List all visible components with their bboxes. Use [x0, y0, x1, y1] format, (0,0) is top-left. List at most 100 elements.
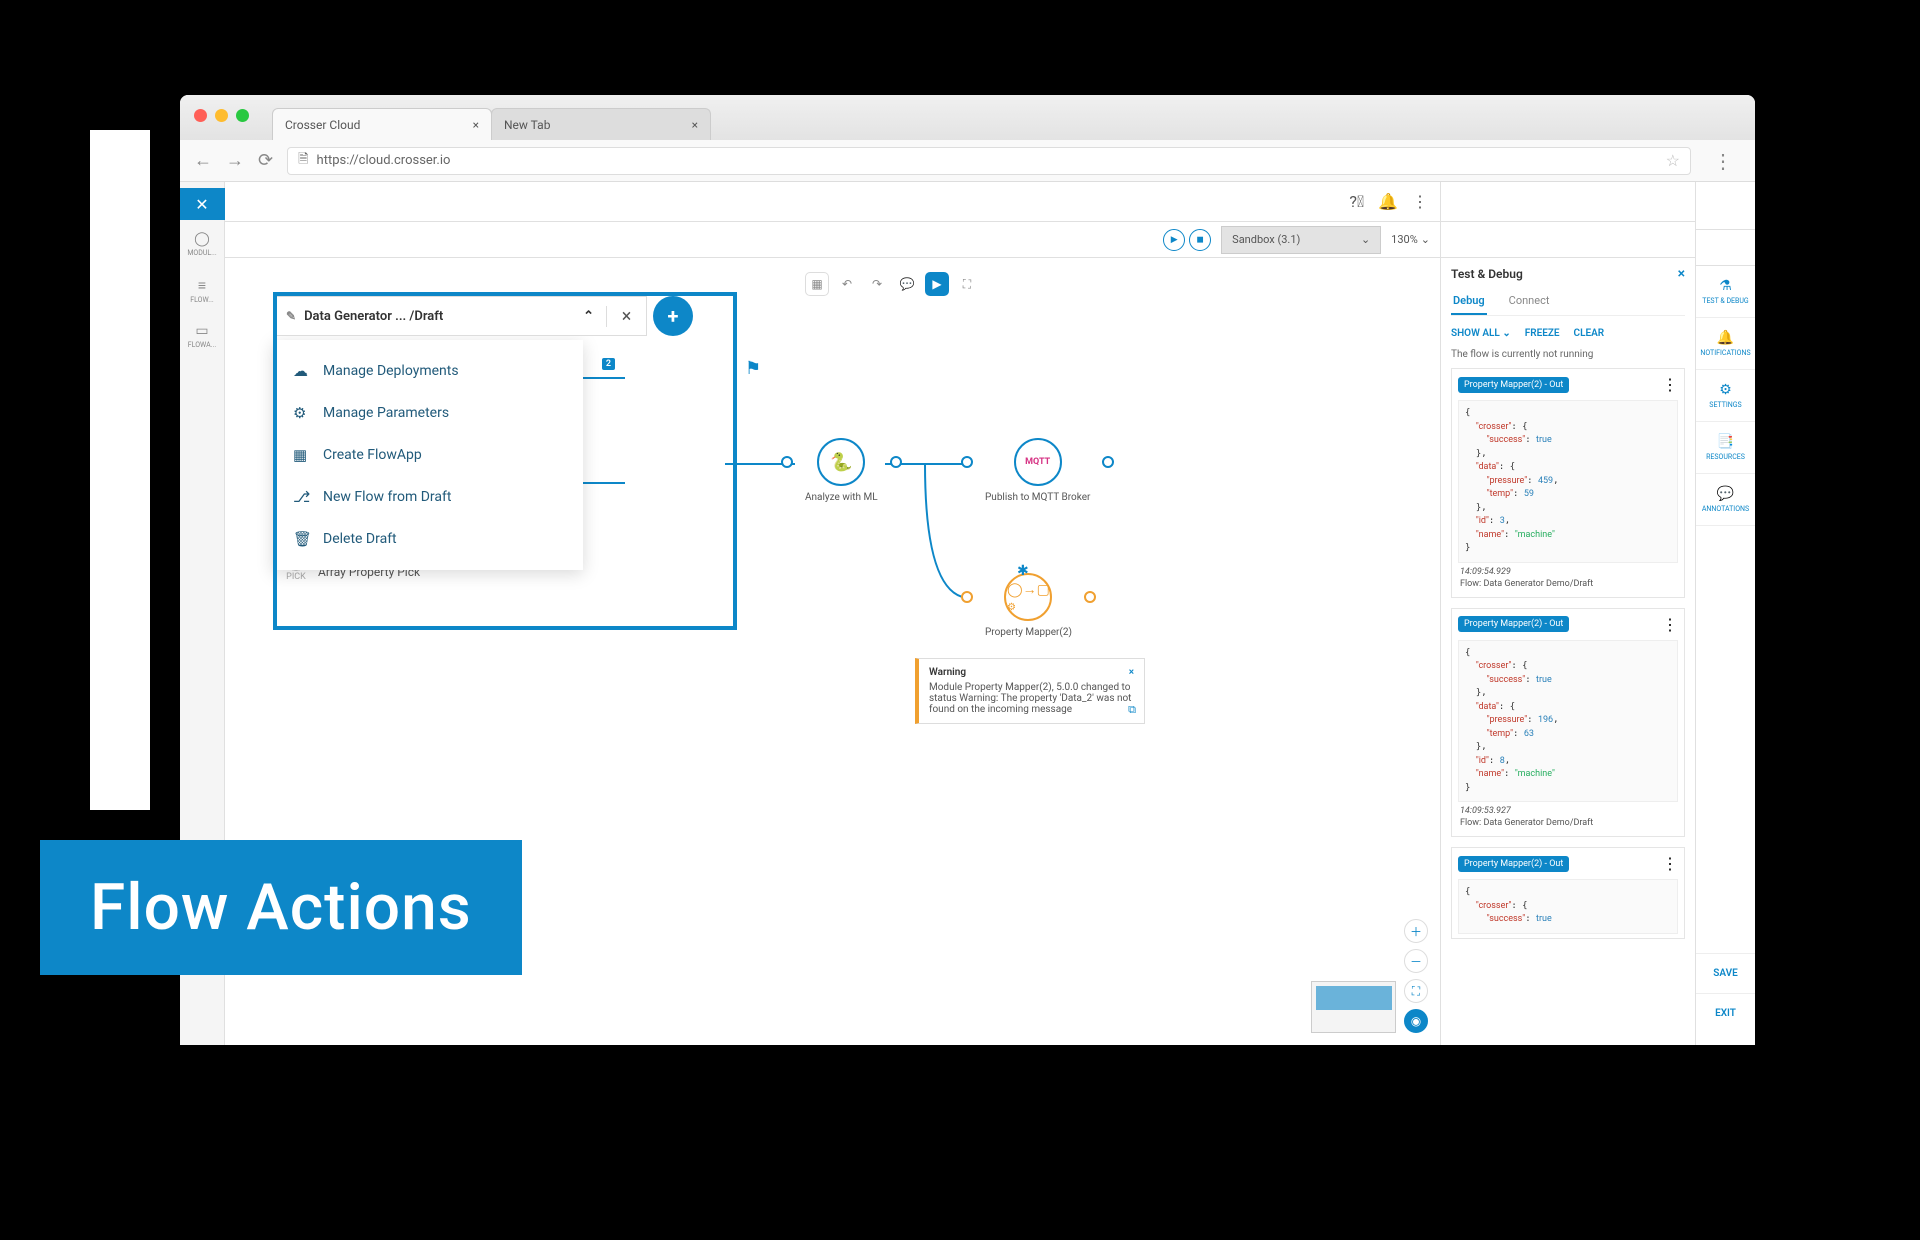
- play-canvas-button[interactable]: ▶: [925, 272, 949, 296]
- add-flow-button[interactable]: +: [653, 296, 693, 336]
- rail-logo[interactable]: ✕: [180, 188, 225, 220]
- window-min-dot[interactable]: [215, 109, 228, 122]
- center-button[interactable]: ◉: [1404, 1009, 1428, 1033]
- rail-item-flowapps[interactable]: ▭FLOWA...: [180, 314, 225, 358]
- debug-json-body: { "crosser": { "success": true: [1458, 879, 1678, 934]
- debug-flow-ref: Flow: Data Generator Demo/Draft: [1458, 579, 1678, 593]
- manage-deployments-item[interactable]: ☁Manage Deployments: [273, 350, 583, 392]
- delete-draft-item[interactable]: 🗑Delete Draft: [273, 518, 583, 560]
- flag-icon[interactable]: ⚑: [745, 358, 761, 379]
- url-field[interactable]: 🗎 https://cloud.crosser.io ☆: [287, 147, 1691, 175]
- node-publish-mqtt[interactable]: MQTT Publish to MQTT Broker: [985, 438, 1090, 503]
- node-analyze-ml[interactable]: 🐍 Analyze with ML: [805, 438, 878, 503]
- show-all-button[interactable]: SHOW ALL ⌄: [1451, 328, 1511, 339]
- debug-timestamp: 14:09:53.927: [1458, 802, 1678, 818]
- forward-icon[interactable]: →: [226, 150, 244, 171]
- create-flowapp-item[interactable]: ▦Create FlowApp: [273, 434, 583, 476]
- flow-title: Data Generator ... /Draft: [304, 309, 443, 324]
- sandbox-select[interactable]: Sandbox (3.1) ⌄: [1221, 226, 1381, 254]
- undo-icon[interactable]: ↶: [835, 272, 859, 296]
- tab-debug[interactable]: Debug: [1451, 288, 1487, 315]
- resources-icon: 📑: [1717, 434, 1734, 450]
- mqtt-icon: MQTT: [1025, 457, 1050, 467]
- bell-icon: 🔔: [1717, 330, 1734, 346]
- reload-icon[interactable]: ⟳: [258, 150, 273, 171]
- play-controls: ▶ ◼: [1163, 229, 1211, 251]
- tab-close-icon[interactable]: ×: [692, 118, 698, 132]
- rail-item-modules[interactable]: ◯MODUL...: [180, 222, 225, 266]
- item-label: Delete Draft: [323, 531, 397, 547]
- window-close-dot[interactable]: [194, 109, 207, 122]
- rail-item-flows[interactable]: ≡FLOW...: [180, 268, 225, 312]
- pencil-icon[interactable]: ✎: [286, 309, 296, 323]
- new-flow-from-draft-item[interactable]: ⎇New Flow from Draft: [273, 476, 583, 518]
- back-icon[interactable]: ←: [194, 150, 212, 171]
- close-icon[interactable]: ×: [1678, 266, 1685, 282]
- manage-parameters-item[interactable]: ⚙Manage Parameters: [273, 392, 583, 434]
- warning-title: Warning: [929, 667, 966, 678]
- node-circle: 🐍: [817, 438, 865, 486]
- item-label: Manage Parameters: [323, 405, 449, 421]
- rail-notifications[interactable]: 🔔NOTIFICATIONS: [1696, 318, 1756, 370]
- node-port-in[interactable]: [961, 456, 973, 468]
- node-port-in[interactable]: [961, 591, 973, 603]
- rail-settings[interactable]: ⚙SETTINGS: [1696, 370, 1756, 422]
- zoom-display[interactable]: 130%⌄: [1391, 233, 1430, 246]
- chevron-up-icon[interactable]: ⌃: [583, 309, 594, 324]
- kebab-icon[interactable]: ⋮: [1662, 854, 1678, 873]
- fit-button[interactable]: ⛶: [1404, 979, 1428, 1003]
- bell-icon[interactable]: 🔔: [1378, 192, 1398, 211]
- flow-header-close[interactable]: ×: [606, 306, 646, 327]
- zoom-in-button[interactable]: ＋: [1404, 919, 1428, 943]
- node-port-out[interactable]: [1102, 456, 1114, 468]
- tab-label: Crosser Cloud: [285, 118, 360, 132]
- freeze-button[interactable]: FREEZE: [1525, 328, 1560, 339]
- decorative-strip: [90, 130, 150, 810]
- fullscreen-icon[interactable]: ⛶: [955, 272, 979, 296]
- overlay-banner: Flow Actions: [40, 840, 522, 975]
- window-controls: [194, 109, 249, 122]
- gear-icon: ⚙: [1719, 382, 1732, 398]
- window-max-dot[interactable]: [236, 109, 249, 122]
- redo-icon[interactable]: ↷: [865, 272, 889, 296]
- bookmark-icon[interactable]: ☆: [1666, 151, 1680, 170]
- right-rail: ⚗TEST & DEBUG 🔔NOTIFICATIONS ⚙SETTINGS 📑…: [1695, 182, 1755, 1045]
- kebab-icon[interactable]: ⋮: [1412, 192, 1428, 211]
- node-port-out[interactable]: [890, 456, 902, 468]
- debug-json-body: { "crosser": { "success": true }, "data"…: [1458, 400, 1678, 563]
- debug-chip: Property Mapper(2) - Out: [1458, 616, 1569, 632]
- tab-connect[interactable]: Connect: [1507, 288, 1552, 315]
- comment-icon[interactable]: 💬: [895, 272, 919, 296]
- browser-tab-1[interactable]: Crosser Cloud ×: [272, 108, 492, 140]
- rail-test-debug[interactable]: ⚗TEST & DEBUG: [1696, 266, 1756, 318]
- page-icon: 🗎: [298, 150, 308, 172]
- save-button[interactable]: SAVE: [1696, 953, 1756, 993]
- minimap[interactable]: [1311, 981, 1396, 1033]
- rail-annotations[interactable]: 💬ANNOTATIONS: [1696, 474, 1756, 526]
- app-topbar: ?⃝ 🔔 ⋮: [225, 182, 1440, 222]
- node-port-in[interactable]: [781, 456, 793, 468]
- exit-button[interactable]: EXIT: [1696, 993, 1756, 1033]
- kebab-icon[interactable]: ⋮: [1662, 615, 1678, 634]
- node-label: Property Mapper(2): [985, 627, 1072, 638]
- browser-tab-2[interactable]: New Tab ×: [491, 108, 711, 140]
- flows-icon: ≡: [198, 277, 206, 294]
- rail-label: FLOWA...: [188, 341, 216, 349]
- kebab-icon[interactable]: ⋮: [1662, 375, 1678, 394]
- grid-icon[interactable]: ▦: [805, 272, 829, 296]
- close-icon[interactable]: ×: [1129, 667, 1134, 678]
- play-button[interactable]: ▶: [1163, 229, 1185, 251]
- external-link-icon[interactable]: ⧉: [1128, 703, 1136, 717]
- browser-menu-icon[interactable]: ⋮: [1705, 149, 1741, 173]
- flow-header[interactable]: ✎ Data Generator ... /Draft ⌃ ×: [273, 296, 647, 336]
- zoom-out-button[interactable]: －: [1404, 949, 1428, 973]
- tab-close-icon[interactable]: ×: [473, 118, 479, 132]
- clear-button[interactable]: CLEAR: [1574, 328, 1605, 339]
- help-icon[interactable]: ?⃝: [1349, 192, 1364, 211]
- rail-resources[interactable]: 📑RESOURCES: [1696, 422, 1756, 474]
- node-port-out[interactable]: [1084, 591, 1096, 603]
- annotations-icon: 💬: [1717, 486, 1734, 502]
- chevron-down-icon: ⌄: [1361, 233, 1370, 246]
- node-property-mapper[interactable]: ✱ ◯→▢⚙ Property Mapper(2): [985, 573, 1072, 638]
- stop-button[interactable]: ◼: [1189, 229, 1211, 251]
